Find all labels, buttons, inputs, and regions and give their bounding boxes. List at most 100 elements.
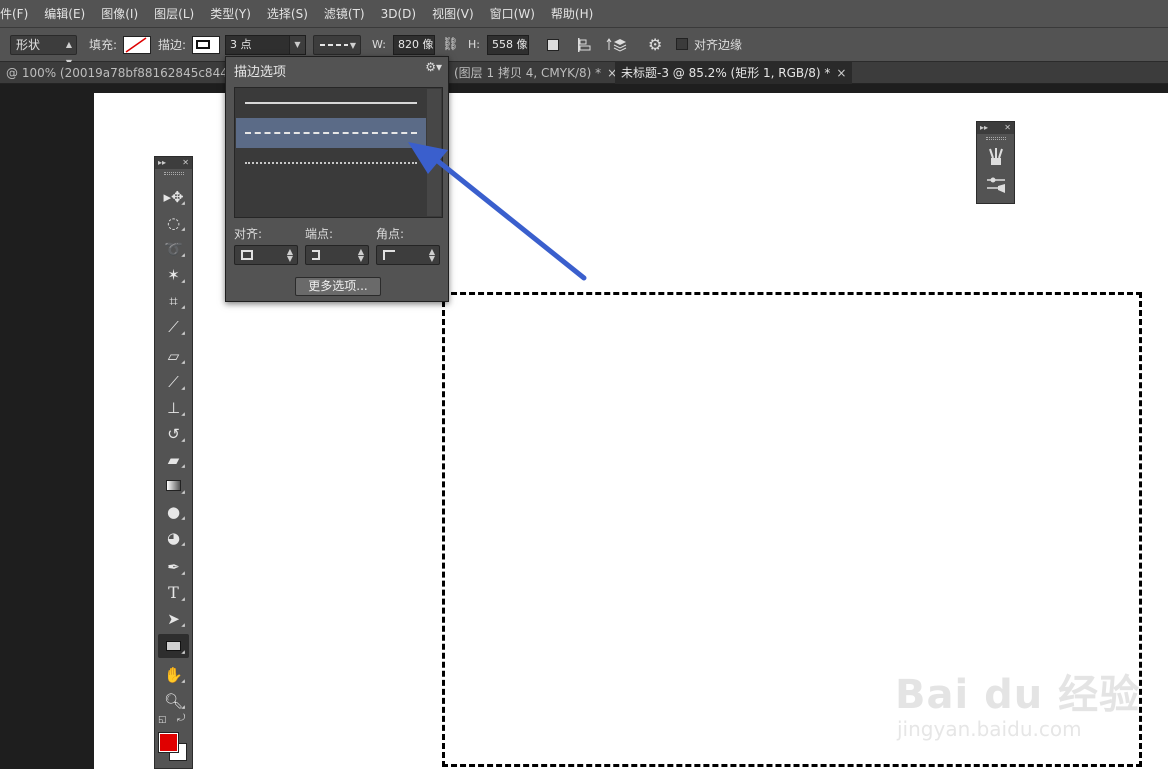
menu-edit[interactable]: 编辑(E) bbox=[36, 5, 93, 22]
stroke-style-solid[interactable] bbox=[236, 88, 426, 118]
tab-document-2[interactable]: (图层 1 拷贝 4, CMYK/8) * × bbox=[448, 62, 623, 84]
bandage-icon: ▱ bbox=[167, 347, 180, 365]
path-arrangement-icon[interactable] bbox=[606, 36, 628, 56]
fill-swatch[interactable] bbox=[123, 36, 151, 54]
tab-document-3[interactable]: 未标题-3 @ 85.2% (矩形 1, RGB/8) * × bbox=[615, 62, 853, 84]
options-bar: 形状 ▲▼ 填充: 描边: 3 点 ▼ ▼ W: 820 像 ⛓ H: 558 … bbox=[0, 28, 1168, 67]
align-edges-checkbox[interactable] bbox=[676, 38, 688, 50]
menu-image[interactable]: 图像(I) bbox=[93, 5, 146, 22]
lasso-tool[interactable]: ➰ bbox=[158, 237, 189, 261]
more-options-button[interactable]: 更多选项... bbox=[295, 277, 381, 296]
crop-tool[interactable]: ⌗ bbox=[158, 289, 189, 313]
gradient-tool[interactable] bbox=[158, 474, 189, 498]
eyedropper-tool[interactable]: ⟋ bbox=[158, 315, 189, 339]
stroke-style-dotted[interactable] bbox=[236, 148, 426, 178]
dashed-line-icon bbox=[320, 44, 348, 46]
arrow-head bbox=[408, 142, 448, 174]
tab-document-1[interactable]: @ 100% (20019a78bf88162845c8443f6 bbox=[0, 62, 253, 84]
shape-mode-select[interactable]: 形状 ▲▼ bbox=[10, 35, 77, 67]
menu-help[interactable]: 帮助(H) bbox=[543, 5, 601, 22]
height-field[interactable]: 558 像 bbox=[487, 35, 529, 55]
align-edges-label: 对齐边缘 bbox=[694, 38, 743, 52]
path-alignment-icon[interactable] bbox=[576, 37, 592, 57]
stroke-style-dashed[interactable] bbox=[236, 118, 426, 148]
clone-stamp-tool[interactable]: ⊥ bbox=[158, 396, 189, 420]
type-icon: T bbox=[168, 583, 179, 602]
gear-menu-icon[interactable]: ⚙▾ bbox=[425, 60, 442, 74]
gear-icon[interactable]: ⚙ bbox=[648, 35, 662, 55]
baidu-watermark-url: jingyan.baidu.com bbox=[897, 717, 1082, 741]
caps-dropdown[interactable]: ▲ ▼ bbox=[305, 245, 369, 265]
shape-mode-value: 形状 bbox=[16, 38, 41, 52]
foreground-color-swatch[interactable] bbox=[158, 732, 179, 753]
close-icon[interactable]: ✕ bbox=[182, 157, 189, 169]
close-icon[interactable]: × bbox=[836, 66, 846, 80]
path-operations-icon[interactable] bbox=[547, 39, 559, 51]
menu-filter[interactable]: 滤镜(T) bbox=[316, 5, 373, 22]
stamp-icon: ⊥ bbox=[166, 399, 181, 417]
pen-tool[interactable]: ✒ bbox=[158, 555, 189, 579]
brushes-panel-icon[interactable] bbox=[986, 147, 1006, 167]
stroke-width-field[interactable]: 3 点 ▼ bbox=[225, 35, 306, 55]
default-colors-icon[interactable]: ◱ bbox=[158, 715, 167, 725]
tab-label: @ 100% (20019a78bf88162845c8443f6 bbox=[6, 66, 248, 80]
baidu-watermark: Bai du 经验 bbox=[895, 672, 1141, 718]
collapsed-panel-dock: ▸▸ ✕ bbox=[976, 121, 1015, 204]
eraser-icon: ▰ bbox=[167, 451, 180, 469]
dodge-tool[interactable]: ◕ bbox=[158, 526, 189, 550]
updown-arrows-icon: ▲▼ bbox=[286, 247, 293, 263]
brush-settings-icon[interactable] bbox=[986, 175, 1006, 195]
grip-icon[interactable] bbox=[986, 137, 1006, 140]
width-field[interactable]: 820 像 bbox=[393, 35, 435, 55]
menu-layer[interactable]: 图层(L) bbox=[146, 5, 202, 22]
magic-wand-tool[interactable]: ✶ bbox=[158, 263, 189, 287]
stroke-type-select[interactable]: ▼ bbox=[313, 35, 361, 55]
height-label: H: bbox=[468, 38, 480, 51]
dashed-line-icon bbox=[245, 132, 417, 134]
dotted-line-icon bbox=[245, 162, 417, 164]
align-inside-icon bbox=[241, 250, 253, 260]
fill-label: 填充: bbox=[89, 38, 118, 52]
move-icon: ▸✥ bbox=[163, 188, 184, 206]
menu-view[interactable]: 视图(V) bbox=[424, 5, 482, 22]
toolbox-header[interactable]: ▸▸ ✕ bbox=[155, 157, 192, 169]
menu-3d[interactable]: 3D(D) bbox=[373, 7, 424, 21]
swap-colors-icon[interactable]: ⤾ bbox=[177, 713, 185, 724]
expand-icon[interactable]: ▸▸ bbox=[980, 122, 988, 134]
link-icon[interactable]: ⛓ bbox=[442, 37, 460, 57]
drop-icon: ● bbox=[166, 503, 181, 521]
panel-header[interactable]: ▸▸ ✕ bbox=[977, 122, 1014, 134]
elliptical-marquee-tool[interactable]: ◌ bbox=[158, 211, 189, 235]
eyedropper-icon: ⟋ bbox=[168, 318, 179, 336]
chevron-down-icon[interactable]: ▼ bbox=[289, 36, 305, 54]
gradient-icon bbox=[166, 480, 181, 491]
menu-type[interactable]: 类型(Y) bbox=[202, 5, 259, 22]
zoom-icon: 🔍︎ bbox=[163, 692, 184, 710]
zoom-tool[interactable]: 🔍︎ bbox=[158, 689, 189, 713]
close-icon[interactable]: ✕ bbox=[1004, 122, 1011, 134]
eraser-tool[interactable]: ▰ bbox=[158, 448, 189, 472]
dodge-icon: ◕ bbox=[166, 529, 181, 547]
arrow-shaft bbox=[431, 155, 587, 281]
hand-tool[interactable]: ✋ bbox=[158, 663, 189, 687]
butt-cap-icon bbox=[312, 250, 320, 260]
align-dropdown[interactable]: ▲ ▼ bbox=[234, 245, 298, 265]
history-brush-tool[interactable]: ↺ bbox=[158, 422, 189, 446]
path-selection-tool[interactable]: ➤ bbox=[158, 607, 189, 631]
rectangle-icon bbox=[166, 641, 181, 651]
menu-select[interactable]: 选择(S) bbox=[259, 5, 316, 22]
type-tool[interactable]: T bbox=[158, 581, 189, 605]
rectangle-tool[interactable] bbox=[158, 634, 189, 658]
menu-file[interactable]: 件(F) bbox=[0, 5, 36, 22]
brush-tool[interactable]: ⟋ bbox=[158, 370, 189, 394]
stroke-swatch[interactable] bbox=[192, 36, 220, 54]
grip-icon[interactable] bbox=[164, 172, 184, 175]
blur-tool[interactable]: ● bbox=[158, 500, 189, 524]
healing-brush-tool[interactable]: ▱ bbox=[158, 344, 189, 368]
collapse-icon[interactable]: ▸▸ bbox=[158, 157, 166, 169]
document-tab-bar: @ 100% (20019a78bf88162845c8443f6 (图层 1 … bbox=[0, 62, 1168, 84]
lasso-icon: ➰ bbox=[164, 240, 183, 258]
move-tool[interactable]: ▸✥ bbox=[158, 185, 189, 209]
updown-arrows-icon: ▲▼ bbox=[357, 247, 364, 263]
menu-window[interactable]: 窗口(W) bbox=[482, 5, 543, 22]
